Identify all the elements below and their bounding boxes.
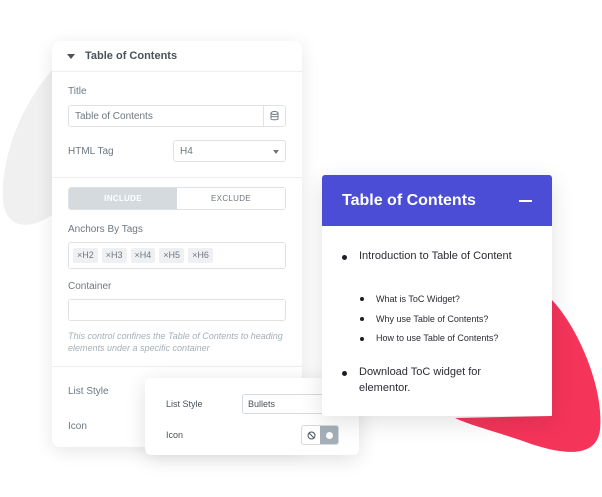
toc-item[interactable]: Download ToC widget for elementor.	[359, 364, 519, 396]
bullet-icon	[342, 255, 347, 260]
tag-h5[interactable]: ×H5	[159, 248, 185, 263]
database-icon[interactable]	[263, 106, 285, 126]
container-input[interactable]	[68, 299, 286, 321]
icon-label: Icon	[68, 421, 87, 432]
circle-icon[interactable]	[320, 426, 338, 444]
caret-down-icon[interactable]	[67, 53, 75, 59]
toc-widget: Table of Contents Introduction to Table …	[322, 175, 552, 416]
toc-header[interactable]: Table of Contents	[322, 175, 552, 226]
toc-title: Table of Contents	[342, 191, 476, 209]
title-label: Title	[68, 86, 87, 97]
tag-h3[interactable]: ×H3	[101, 248, 127, 263]
anchors-tag-input[interactable]: ×H2 ×H3 ×H4 ×H5 ×H6	[68, 242, 286, 269]
list-style-label: List Style	[68, 386, 109, 397]
bullet-icon	[342, 371, 347, 376]
include-exclude-toggle: INCLUDE EXCLUDE	[68, 187, 286, 210]
exclude-tab[interactable]: EXCLUDE	[177, 188, 285, 209]
toc-subitem[interactable]: Why use Table of Contents?	[376, 314, 488, 324]
list-style-value: Bullets	[248, 399, 276, 409]
popup-list-style-label: List Style	[166, 399, 203, 409]
panel-title: Table of Contents	[85, 50, 178, 62]
tag-h6[interactable]: ×H6	[188, 248, 213, 263]
minus-icon[interactable]	[519, 199, 532, 202]
panel-header[interactable]: Table of Contents	[52, 41, 302, 72]
divider	[52, 366, 302, 367]
ban-icon[interactable]	[302, 426, 320, 444]
toc-subitem[interactable]: How to use Table of Contents?	[376, 333, 498, 343]
tag-h2[interactable]: ×H2	[73, 248, 98, 263]
toc-item[interactable]: Introduction to Table of Content	[359, 248, 529, 264]
tag-h4[interactable]: ×H4	[130, 248, 156, 263]
container-label: Container	[68, 281, 112, 292]
anchors-label: Anchors By Tags	[68, 224, 143, 235]
include-tab[interactable]: INCLUDE	[69, 188, 177, 209]
divider	[52, 177, 302, 178]
title-input-value: Table of Contents	[75, 111, 153, 122]
container-hint: This control confines the Table of Conte…	[68, 331, 283, 353]
html-tag-label: HTML Tag	[68, 146, 114, 157]
icon-choose-control	[301, 425, 339, 445]
toc-subitem[interactable]: What is ToC Widget?	[376, 294, 460, 304]
bullet-icon	[360, 337, 364, 341]
popup-icon-label: Icon	[166, 430, 184, 440]
html-tag-select[interactable]: H4	[173, 140, 286, 162]
bullet-icon	[360, 297, 364, 301]
html-tag-value: H4	[180, 146, 193, 157]
chevron-down-icon	[273, 150, 279, 154]
title-input[interactable]: Table of Contents	[68, 105, 286, 127]
bullet-icon	[360, 317, 364, 321]
